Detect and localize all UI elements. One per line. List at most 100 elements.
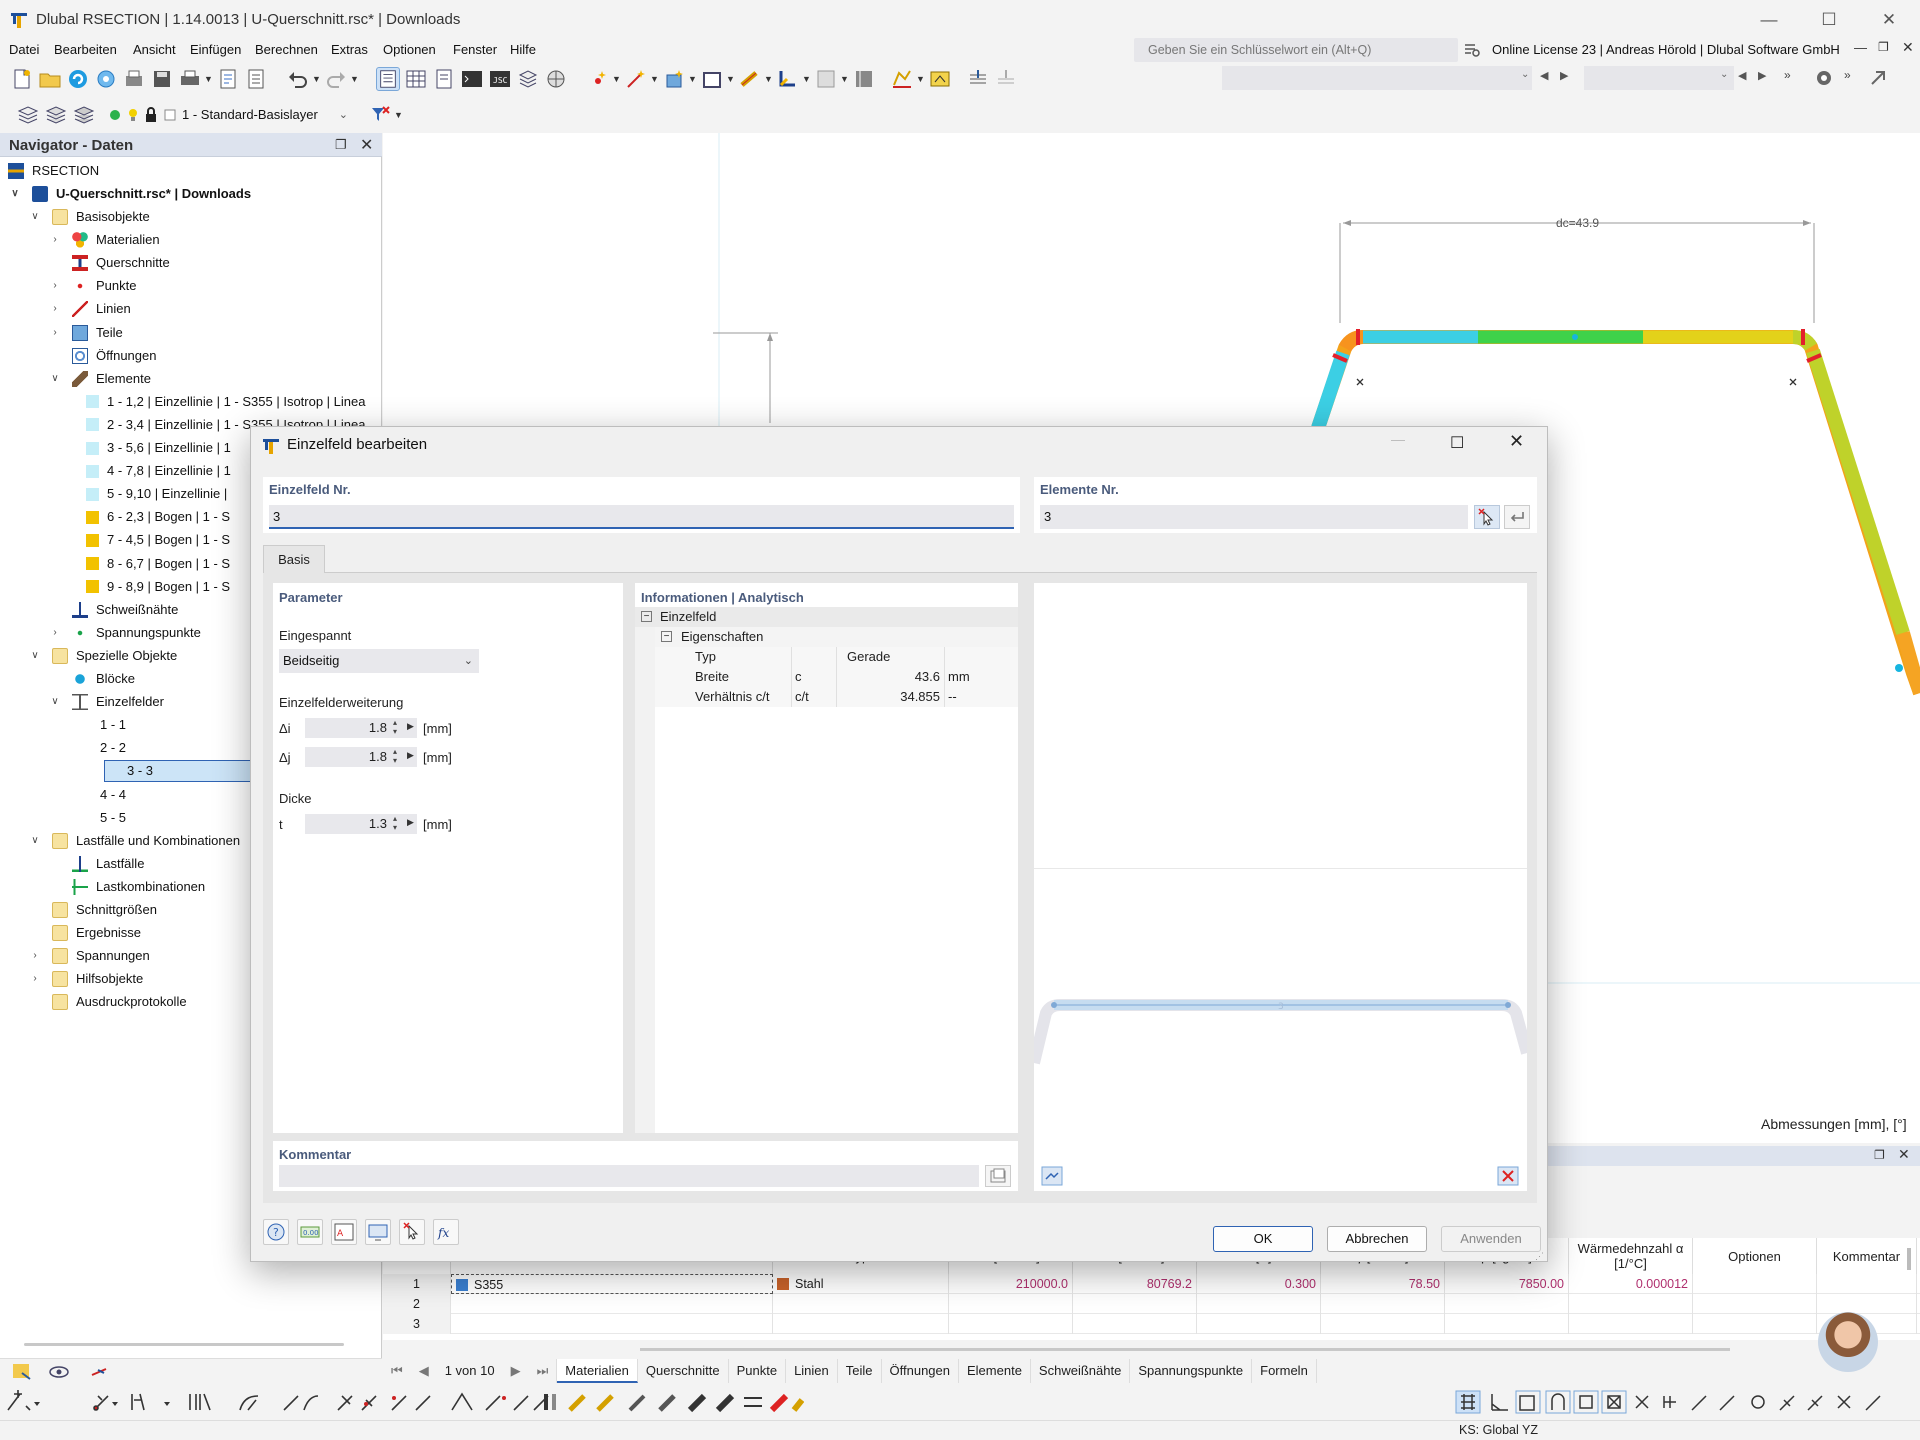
print-dropdown-icon[interactable]: ▼ (204, 74, 213, 84)
navigator-float-icon[interactable]: ❐ (335, 137, 347, 153)
tree-item-hilfsobjekte[interactable]: › Hilfsobjekte (28, 968, 143, 990)
tree-project[interactable]: ∨ U-Querschnitt.rsc* | Downloads (8, 183, 251, 205)
delta-j-more-icon[interactable]: ▶ (407, 750, 414, 761)
thickness-input[interactable]: 1.3 (305, 814, 417, 834)
tab-basis[interactable]: Basis (263, 545, 325, 574)
table-cell-nu[interactable] (1197, 1314, 1321, 1334)
tree-item-field-2[interactable]: 2 - 2 (76, 737, 126, 759)
table-row[interactable]: 3 (383, 1314, 1920, 1334)
units-icon[interactable]: 0.00 (297, 1219, 323, 1245)
chevron-right-icon[interactable]: › (28, 945, 42, 967)
menu-ansicht[interactable]: Ansicht (133, 42, 176, 57)
delta-i-stepper-icon[interactable]: ▴ ▾ (393, 718, 397, 736)
table-cell-type[interactable]: Stahl (773, 1274, 949, 1294)
info-subgroup-row[interactable]: − Eigenschaften (655, 627, 1018, 647)
tab-oeffnungen[interactable]: Öffnungen (882, 1359, 959, 1383)
redo-icon[interactable] (324, 67, 348, 91)
tab-materialien[interactable]: Materialien (557, 1359, 638, 1383)
mdi-minimize-icon[interactable]: — (1854, 40, 1867, 55)
new-element-dropdown-icon[interactable]: ▼ (764, 74, 773, 84)
comment-library-icon[interactable] (985, 1165, 1011, 1187)
chevron-right-icon[interactable]: › (48, 275, 62, 297)
filter-dropdown-icon[interactable]: ▼ (394, 110, 403, 120)
menu-hilfe[interactable]: Hilfe (510, 42, 536, 57)
view-combo-chevron-icon[interactable]: ⌄ (1521, 69, 1529, 80)
thickness-stepper-icon[interactable]: ▴ ▾ (393, 814, 397, 832)
chevron-down-icon[interactable]: ∨ (8, 183, 22, 205)
cancel-button[interactable]: Abbrechen (1327, 1226, 1427, 1252)
delta-i-more-icon[interactable]: ▶ (407, 721, 414, 732)
tree-item-basisobjekte[interactable]: ∨ Basisobjekte (28, 206, 150, 228)
collapse-icon[interactable]: − (641, 611, 652, 622)
thickness-more-icon[interactable]: ▶ (407, 817, 414, 828)
redo-dropdown-icon[interactable]: ▼ (350, 74, 359, 84)
new-part-dropdown-icon[interactable]: ▼ (688, 74, 697, 84)
search-input[interactable]: Geben Sie ein Schlüsselwort ein (Alt+Q) (1134, 38, 1458, 62)
table-float-icon[interactable]: ❐ (1874, 1148, 1885, 1162)
layer-visibility-icon[interactable] (44, 103, 68, 127)
table-cell-alpha[interactable] (1569, 1314, 1693, 1334)
tab-teile[interactable]: Teile (838, 1359, 882, 1383)
clamped-select[interactable]: Beidseitig ⌄ (279, 649, 479, 673)
table-cell-nr[interactable]: 2 (383, 1294, 451, 1314)
preview-reset-icon[interactable] (1496, 1165, 1520, 1187)
export-icon[interactable] (994, 67, 1018, 91)
section-view-dropdown-icon[interactable]: ▼ (916, 74, 925, 84)
table-cell-g[interactable] (1073, 1294, 1197, 1314)
new-point-dropdown-icon[interactable]: ▼ (612, 74, 621, 84)
column-header[interactable]: Kommentar (1817, 1238, 1917, 1274)
table-cell-e[interactable] (949, 1314, 1073, 1334)
table-cell-rho[interactable] (1445, 1314, 1569, 1334)
table-panel-icon[interactable] (404, 67, 428, 91)
tree-item-field-3[interactable]: 3 - 3 (104, 760, 254, 783)
layer-lock-icon[interactable] (144, 103, 158, 127)
new-line-dropdown-icon[interactable]: ▼ (650, 74, 659, 84)
script-icon[interactable]: JSC (488, 67, 512, 91)
tree-item-querschnitte[interactable]: Querschnitte (48, 252, 170, 274)
tree-item-ausdruckprotokolle[interactable]: Ausdruckprotokolle (28, 991, 187, 1013)
chevron-down-icon[interactable]: ∨ (28, 830, 42, 852)
collapse-icon[interactable]: − (661, 631, 672, 642)
table-cell-g[interactable] (1073, 1314, 1197, 1334)
table-cell-nr[interactable]: 3 (383, 1314, 451, 1334)
table-cell-e[interactable] (949, 1294, 1073, 1314)
delta-j-input[interactable]: 1.8 (305, 747, 417, 767)
assistant-avatar[interactable] (1818, 1312, 1878, 1372)
maximize-icon[interactable]: ☐ (1806, 6, 1852, 34)
chevron-down-icon[interactable]: ∨ (48, 691, 62, 713)
tree-item-field-5[interactable]: 5 - 5 (76, 807, 126, 829)
layer-active-icon[interactable] (108, 103, 122, 127)
minimize-icon[interactable]: — (1746, 6, 1792, 34)
layers-stack-icon[interactable] (516, 67, 540, 91)
chevron-down-icon[interactable]: ∨ (28, 206, 42, 228)
tree-item-ergebnisse[interactable]: Ergebnisse (28, 922, 141, 944)
globe-view-icon[interactable] (544, 67, 568, 91)
toolbar-overflow-icon[interactable]: » (1784, 68, 1791, 82)
tree-item-element-9[interactable]: 9 - 8,9 | Bogen | 1 - S (62, 576, 230, 598)
table-cell-empty[interactable] (1693, 1314, 1817, 1334)
table-cell-name[interactable] (451, 1294, 773, 1314)
table-cell-name[interactable]: S355 (451, 1274, 773, 1294)
tab-elemente[interactable]: Elemente (959, 1359, 1031, 1383)
table-cell-empty[interactable] (1693, 1274, 1817, 1294)
tab-schweissnaehte[interactable]: Schweißnähte (1031, 1359, 1131, 1383)
element-number-input[interactable]: 3 (1040, 505, 1468, 529)
table-cell-rho[interactable] (1445, 1294, 1569, 1314)
tree-item-field-4[interactable]: 4 - 4 (76, 784, 126, 806)
web-services-icon[interactable] (94, 67, 118, 91)
table-cell-empty[interactable] (1817, 1274, 1917, 1294)
chevron-right-icon[interactable]: › (48, 622, 62, 644)
tree-item-linien[interactable]: › Linien (48, 298, 131, 320)
tree-item-teile[interactable]: › Teile (48, 322, 123, 344)
help-icon[interactable]: ? (263, 1219, 289, 1245)
table-cell-gamma[interactable]: 78.50 (1321, 1274, 1445, 1294)
menu-einfuegen[interactable]: Einfügen (190, 42, 241, 57)
tree-item-lastkombinationen[interactable]: Lastkombinationen (48, 876, 205, 898)
text-labels-icon[interactable]: A (331, 1219, 357, 1245)
dlubal-center-icon[interactable] (66, 67, 90, 91)
chevron-down-icon[interactable]: ∨ (28, 645, 42, 667)
view-prev-icon[interactable]: ◀ (1540, 69, 1548, 82)
new-opening-icon[interactable] (700, 67, 724, 91)
menu-datei[interactable]: Datei (9, 42, 39, 57)
mdi-close-icon[interactable]: ✕ (1902, 39, 1914, 56)
